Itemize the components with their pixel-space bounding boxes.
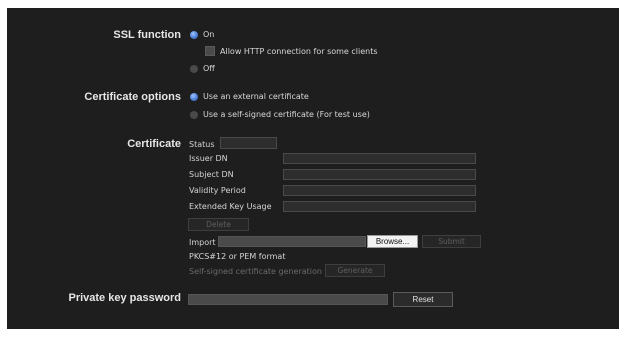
submit-button[interactable]: Submit — [422, 235, 481, 248]
ssl-on-label: On — [203, 30, 215, 39]
self-signed-generation-label: Self-signed certificate generation — [189, 267, 322, 276]
external-cert-radio[interactable] — [190, 92, 198, 101]
ssl-on-radio[interactable] — [190, 30, 198, 39]
import-file-input[interactable] — [218, 236, 366, 247]
validity-period-label: Validity Period — [189, 186, 246, 195]
status-field — [220, 137, 277, 149]
private-key-password-input[interactable] — [188, 294, 388, 305]
reset-button[interactable]: Reset — [393, 292, 453, 307]
format-note: PKCS#12 or PEM format — [189, 252, 286, 261]
certificate-options-label: Certificate options — [84, 91, 181, 103]
ssl-settings-panel: SSL function On Allow HTTP connection fo… — [7, 8, 619, 329]
ssl-off-label: Off — [203, 64, 215, 73]
extended-key-usage-field — [283, 201, 476, 212]
generate-button[interactable]: Generate — [325, 264, 385, 277]
delete-button[interactable]: Delete — [188, 218, 249, 231]
issuer-dn-field — [283, 153, 476, 164]
allow-http-label: Allow HTTP connection for some clients — [220, 46, 378, 56]
status-label: Status — [189, 140, 215, 149]
ssl-off-option[interactable]: Off — [190, 64, 215, 73]
self-signed-option[interactable]: Use a self-signed certificate (For test … — [190, 110, 370, 119]
subject-dn-label: Subject DN — [189, 170, 234, 179]
ssl-on-option[interactable]: On — [190, 30, 214, 39]
browse-button[interactable]: Browse... — [367, 235, 418, 248]
issuer-dn-label: Issuer DN — [189, 154, 228, 163]
self-signed-radio[interactable] — [190, 110, 198, 119]
external-cert-option[interactable]: Use an external certificate — [190, 92, 309, 101]
certificate-label: Certificate — [127, 138, 181, 150]
allow-http-option[interactable]: Allow HTTP connection for some clients — [205, 46, 378, 56]
private-key-password-label: Private key password — [68, 292, 181, 304]
subject-dn-field — [283, 169, 476, 180]
ssl-function-label: SSL function — [113, 29, 181, 41]
extended-key-usage-label: Extended Key Usage — [189, 202, 272, 211]
allow-http-checkbox[interactable] — [205, 46, 215, 56]
self-signed-label: Use a self-signed certificate (For test … — [203, 110, 370, 119]
ssl-off-radio[interactable] — [190, 64, 198, 73]
import-label: Import — [189, 238, 216, 247]
external-cert-label: Use an external certificate — [203, 92, 309, 101]
validity-period-field — [283, 185, 476, 196]
